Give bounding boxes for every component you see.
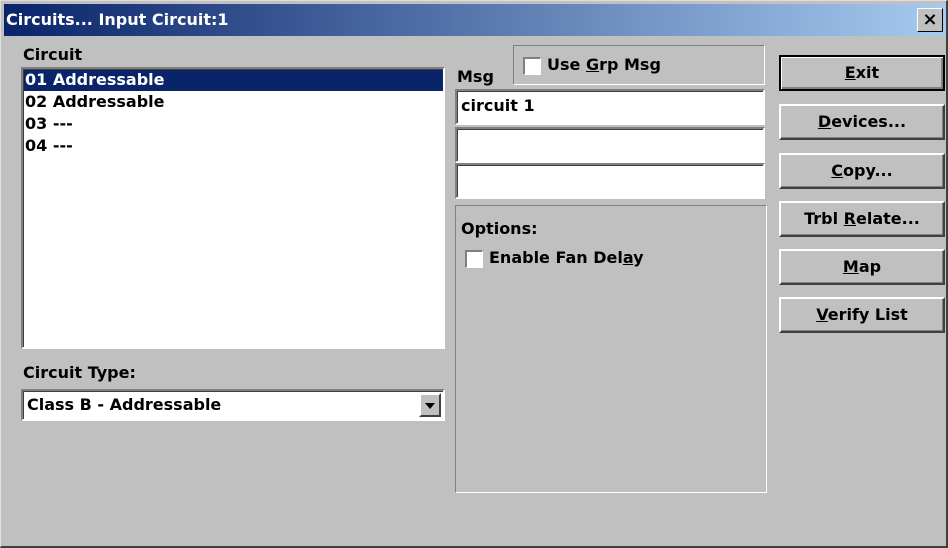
close-button[interactable]: × <box>917 8 943 32</box>
circuit-list[interactable]: 01 Addressable 02 Addressable 03 --- 04 … <box>21 67 445 349</box>
chevron-down-icon <box>425 403 435 409</box>
circuit-list-item-01[interactable]: 01 Addressable <box>23 69 443 91</box>
map-button[interactable]: Map <box>779 249 945 285</box>
options-label: Options: <box>461 219 538 238</box>
msg-label: Msg <box>457 67 494 86</box>
close-icon: × <box>922 9 938 30</box>
circuit-list-item-03[interactable]: 03 --- <box>23 113 443 135</box>
enable-fan-delay-label[interactable]: Enable Fan Delay <box>489 248 644 267</box>
window-title: Circuits... Input Circuit:1 <box>6 10 229 29</box>
msg-line-3-input[interactable] <box>455 163 765 199</box>
msg-line-1-value: circuit 1 <box>461 96 535 115</box>
devices-button[interactable]: Devices... <box>779 104 945 140</box>
circuit-type-value: Class B - Addressable <box>27 395 222 414</box>
verify-list-button[interactable]: Verify List <box>779 297 945 333</box>
circuit-list-item-02[interactable]: 02 Addressable <box>23 91 443 113</box>
msg-line-2-input[interactable] <box>455 127 765 163</box>
circuit-type-select[interactable]: Class B - Addressable <box>21 389 445 421</box>
trbl-relate-button[interactable]: Trbl Relate... <box>779 201 945 237</box>
enable-fan-delay-checkbox[interactable] <box>465 250 483 268</box>
msg-line-1-input[interactable]: circuit 1 <box>455 89 765 125</box>
use-grp-msg-label[interactable]: Use Grp Msg <box>547 55 661 74</box>
title-bar[interactable]: Circuits... Input Circuit:1 × <box>4 4 946 36</box>
circuit-list-label: Circuit <box>23 45 83 64</box>
circuit-type-label: Circuit Type: <box>23 363 136 382</box>
use-grp-msg-checkbox[interactable] <box>523 57 541 75</box>
exit-button[interactable]: Exit <box>779 55 945 91</box>
dropdown-button[interactable] <box>419 393 441 417</box>
circuits-dialog: Circuits... Input Circuit:1 × Circuit 01… <box>0 0 948 548</box>
copy-button[interactable]: Copy... <box>779 153 945 189</box>
circuit-list-item-04[interactable]: 04 --- <box>23 135 443 157</box>
